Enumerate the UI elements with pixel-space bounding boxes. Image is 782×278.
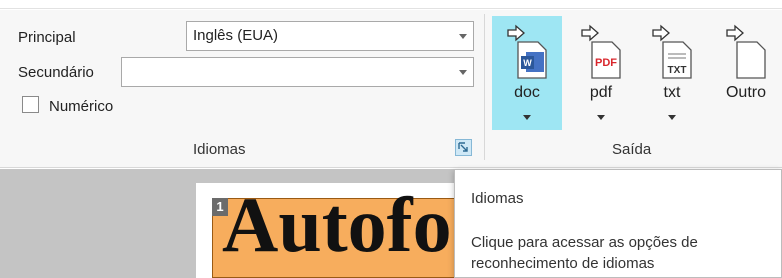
primary-language-select[interactable]: Inglês (EUA) (186, 21, 474, 51)
chevron-down-icon (523, 115, 531, 120)
tooltip-body: Clique para acessar as opções de reconhe… (471, 234, 698, 272)
chevron-down-icon (668, 115, 676, 120)
dialog-launcher-icon (458, 142, 468, 152)
output-doc-label: doc (514, 84, 540, 101)
txt-file-icon: TXT (652, 24, 692, 79)
svg-text:W: W (523, 58, 532, 68)
output-group-title: Saída (612, 141, 652, 158)
languages-group-title: Idiomas (193, 141, 246, 158)
generic-file-icon (726, 24, 766, 79)
output-other-label: Outro (725, 84, 766, 101)
tooltip: Idiomas Clique para acessar as opções de… (454, 169, 782, 278)
top-strip (0, 0, 782, 9)
output-txt-label: txt (663, 84, 681, 101)
output-txt-button[interactable]: TXT txt (637, 16, 707, 130)
output-doc-button[interactable]: W doc (492, 16, 562, 130)
primary-language-label: Principal (18, 29, 76, 46)
svg-text:PDF: PDF (595, 57, 617, 69)
svg-text:TXT: TXT (668, 65, 687, 76)
group-divider (484, 14, 485, 160)
output-other-button[interactable]: Outro (711, 16, 781, 130)
recognized-text: Autofo (222, 186, 452, 264)
chevron-down-icon (597, 115, 605, 120)
dialog-launcher-button[interactable] (455, 139, 472, 156)
chevron-down-icon (459, 70, 467, 75)
pdf-file-icon: PDF (581, 24, 621, 79)
output-pdf-button[interactable]: PDF pdf (566, 16, 636, 130)
numeric-label: Numérico (49, 98, 114, 115)
numeric-checkbox[interactable] (22, 96, 39, 113)
block-number-badge: 1 (212, 198, 228, 216)
secondary-language-label: Secundário (18, 64, 94, 81)
chevron-down-icon (459, 34, 467, 39)
secondary-language-select[interactable] (121, 57, 474, 87)
tooltip-title: Idiomas (471, 190, 524, 207)
output-pdf-label: pdf (589, 84, 613, 101)
primary-language-value: Inglês (EUA) (193, 27, 279, 44)
word-doc-icon: W (507, 24, 547, 79)
